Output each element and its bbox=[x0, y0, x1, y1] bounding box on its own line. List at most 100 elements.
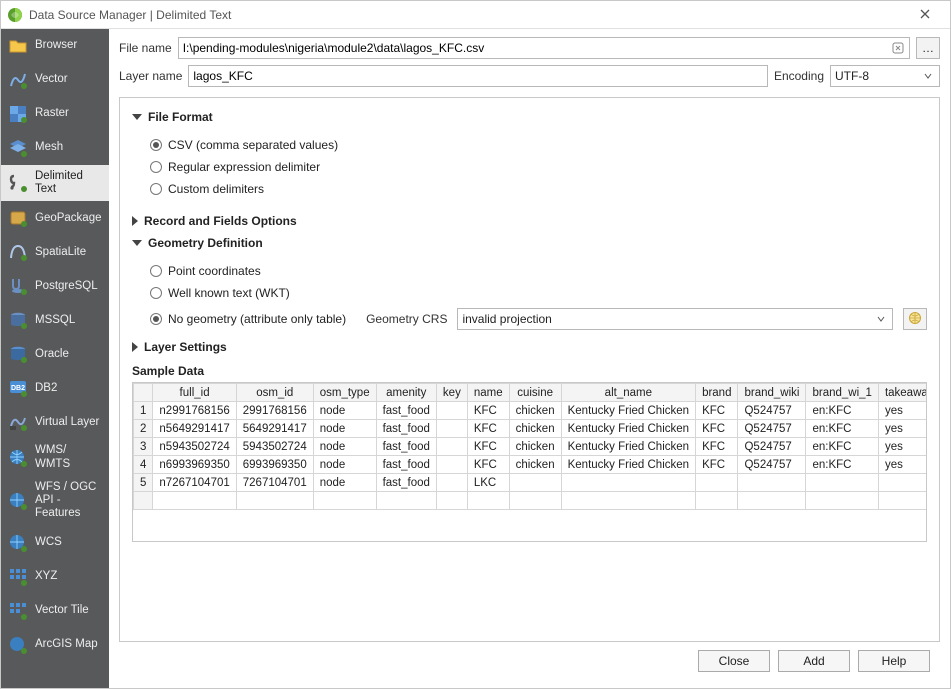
sidebar-item-mesh[interactable]: Mesh bbox=[1, 131, 109, 165]
source-icon bbox=[7, 35, 29, 57]
table-cell: chicken bbox=[509, 456, 561, 474]
table-cell: fast_food bbox=[376, 474, 436, 492]
sidebar-item-wcs[interactable]: WCS bbox=[1, 526, 109, 560]
add-button-label: Add bbox=[803, 654, 824, 668]
chevron-down-icon bbox=[874, 312, 888, 326]
section-geometry-header[interactable]: Geometry Definition bbox=[132, 236, 927, 250]
sidebar-item-label: ArcGIS Map bbox=[35, 638, 98, 651]
layer-name-input[interactable] bbox=[188, 65, 768, 87]
section-layer-settings-title: Layer Settings bbox=[144, 340, 227, 354]
table-cell: node bbox=[313, 420, 376, 438]
source-icon bbox=[7, 137, 29, 159]
sidebar-item-postgresql[interactable]: PostgreSQL bbox=[1, 269, 109, 303]
encoding-combo[interactable]: UTF-8 bbox=[830, 65, 940, 87]
table-row[interactable]: 5n72671047017267104701nodefast_foodLKC bbox=[134, 474, 927, 492]
encoding-value: UTF-8 bbox=[835, 69, 917, 83]
table-cell: KFC bbox=[696, 438, 738, 456]
table-cell bbox=[696, 474, 738, 492]
table-cell bbox=[436, 420, 467, 438]
radio-none-label: No geometry (attribute only table) bbox=[168, 312, 346, 326]
help-button[interactable]: Help bbox=[858, 650, 930, 672]
column-header[interactable]: osm_type bbox=[313, 384, 376, 402]
add-button[interactable]: Add bbox=[778, 650, 850, 672]
radio-point-coords[interactable]: Point coordinates bbox=[150, 264, 927, 278]
table-cell: n7267104701 bbox=[153, 474, 236, 492]
sidebar-item-oracle[interactable]: Oracle bbox=[1, 337, 109, 371]
table-cell: LKC bbox=[467, 474, 509, 492]
sidebar-item-wfs-ogc-api-features[interactable]: WFS / OGC API - Features bbox=[1, 476, 109, 526]
sidebar-item-label: XYZ bbox=[35, 570, 57, 583]
column-header[interactable]: brand bbox=[696, 384, 738, 402]
sidebar-item-delimited-text[interactable]: Delimited Text bbox=[1, 165, 109, 201]
file-name-label: File name bbox=[119, 41, 172, 55]
table-cell bbox=[878, 474, 926, 492]
source-icon bbox=[7, 343, 29, 365]
file-name-input[interactable] bbox=[178, 37, 910, 59]
column-header[interactable]: brand_wi_1 bbox=[806, 384, 878, 402]
sidebar-item-vector-tile[interactable]: Vector Tile bbox=[1, 594, 109, 628]
column-header[interactable]: full_id bbox=[153, 384, 236, 402]
column-header[interactable]: takeaway bbox=[878, 384, 926, 402]
sidebar-item-label: SpatiaLite bbox=[35, 246, 86, 259]
column-header[interactable]: amenity bbox=[376, 384, 436, 402]
table-cell: 6993969350 bbox=[236, 456, 313, 474]
geometry-crs-combo[interactable]: invalid projection bbox=[457, 308, 893, 330]
source-icon bbox=[7, 634, 29, 656]
radio-point-label: Point coordinates bbox=[168, 264, 261, 278]
table-cell: Kentucky Fried Chicken bbox=[561, 402, 695, 420]
radio-no-geometry[interactable]: No geometry (attribute only table) bbox=[150, 312, 346, 326]
close-button[interactable]: Close bbox=[698, 650, 770, 672]
table-cell: KFC bbox=[467, 402, 509, 420]
radio-regex[interactable]: Regular expression delimiter bbox=[150, 160, 927, 174]
sidebar-item-raster[interactable]: Raster bbox=[1, 97, 109, 131]
source-icon bbox=[7, 600, 29, 622]
sidebar-item-label: Virtual Layer bbox=[35, 416, 99, 429]
column-header[interactable]: cuisine bbox=[509, 384, 561, 402]
table-cell: 5943502724 bbox=[236, 438, 313, 456]
column-header[interactable]: alt_name bbox=[561, 384, 695, 402]
source-icon bbox=[7, 69, 29, 91]
close-icon bbox=[920, 8, 930, 22]
source-icon: DB2 bbox=[7, 377, 29, 399]
radio-csv[interactable]: CSV (comma separated values) bbox=[150, 138, 927, 152]
clear-filename-button[interactable] bbox=[890, 40, 906, 56]
row-number: 4 bbox=[134, 456, 153, 474]
section-layer-settings-header[interactable]: Layer Settings bbox=[132, 340, 927, 354]
section-record-fields-header[interactable]: Record and Fields Options bbox=[132, 214, 927, 228]
radio-custom[interactable]: Custom delimiters bbox=[150, 182, 927, 196]
sidebar-item-wms-wmts[interactable]: WMS/ WMTS bbox=[1, 439, 109, 475]
globe-icon bbox=[908, 311, 922, 328]
window-close-button[interactable] bbox=[906, 1, 944, 29]
source-icon bbox=[7, 172, 29, 194]
table-row[interactable]: 2n56492914175649291417nodefast_foodKFCch… bbox=[134, 420, 927, 438]
column-header[interactable]: key bbox=[436, 384, 467, 402]
table-cell: yes bbox=[878, 438, 926, 456]
sidebar-item-mssql[interactable]: MSSQL bbox=[1, 303, 109, 337]
select-crs-button[interactable] bbox=[903, 308, 927, 330]
table-row[interactable]: 3n59435027245943502724nodefast_foodKFCch… bbox=[134, 438, 927, 456]
sidebar-item-browser[interactable]: Browser bbox=[1, 29, 109, 63]
radio-icon bbox=[150, 139, 162, 151]
table-row[interactable]: 1n29917681562991768156nodefast_foodKFCch… bbox=[134, 402, 927, 420]
sidebar-item-virtual-layer[interactable]: Virtual Layer bbox=[1, 405, 109, 439]
table-cell: fast_food bbox=[376, 420, 436, 438]
sidebar-item-label: DB2 bbox=[35, 382, 57, 395]
column-header[interactable]: osm_id bbox=[236, 384, 313, 402]
section-file-format-header[interactable]: File Format bbox=[132, 110, 927, 124]
radio-wkt[interactable]: Well known text (WKT) bbox=[150, 286, 927, 300]
sidebar-item-xyz[interactable]: XYZ bbox=[1, 560, 109, 594]
table-cell: Q524757 bbox=[738, 402, 806, 420]
browse-file-button[interactable]: … bbox=[916, 37, 940, 59]
sample-data-scroll[interactable]: full_idosm_idosm_typeamenitykeynamecuisi… bbox=[133, 383, 926, 541]
column-header[interactable]: name bbox=[467, 384, 509, 402]
sidebar-item-spatialite[interactable]: SpatiaLite bbox=[1, 235, 109, 269]
table-row[interactable]: 4n69939693506993969350nodefast_foodKFCch… bbox=[134, 456, 927, 474]
table-cell: n2991768156 bbox=[153, 402, 236, 420]
sidebar-item-vector[interactable]: Vector bbox=[1, 63, 109, 97]
sidebar-item-arcgis-map[interactable]: ArcGIS Map bbox=[1, 628, 109, 662]
column-header[interactable]: brand_wiki bbox=[738, 384, 806, 402]
sidebar-item-db2[interactable]: DB2 DB2 bbox=[1, 371, 109, 405]
table-cell bbox=[436, 402, 467, 420]
radio-icon bbox=[150, 265, 162, 277]
sidebar-item-geopackage[interactable]: GeoPackage bbox=[1, 201, 109, 235]
